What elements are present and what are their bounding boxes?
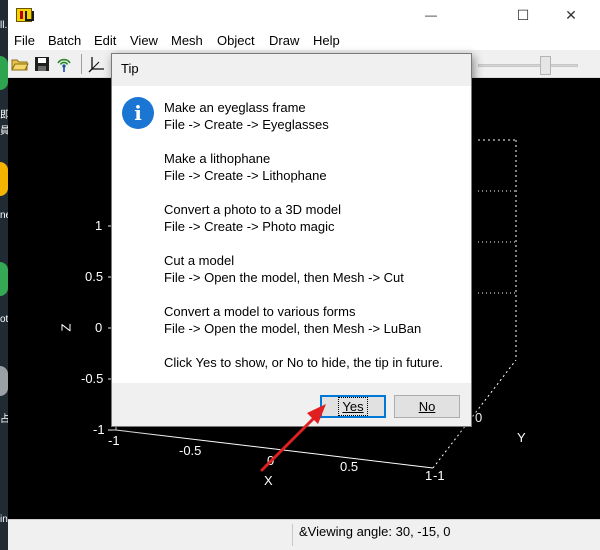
desktop-label: ne <box>0 210 8 221</box>
axes-icon <box>88 57 104 73</box>
axes-button[interactable] <box>86 53 108 75</box>
tip-path: File -> Create -> Lithophane <box>164 168 327 183</box>
menu-file[interactable]: File <box>14 33 35 48</box>
y-tick-label: -1 <box>433 468 445 483</box>
close-icon: ✕ <box>565 6 577 23</box>
desktop-strip: ll. 即 員 ne ot 占 in <box>0 0 8 550</box>
x-tick-label: -1 <box>108 433 120 448</box>
y-axis-label: Y <box>517 430 526 445</box>
desktop-app-icon[interactable] <box>0 162 8 196</box>
desktop-app-icon[interactable] <box>0 262 8 296</box>
menu-view[interactable]: View <box>130 33 158 48</box>
dialog-body: i Make an eyeglass frame File -> Create … <box>112 86 471 383</box>
dialog-question: Click Yes to show, or No to hide, the ti… <box>164 355 443 370</box>
save-icon <box>35 57 49 71</box>
maximize-icon: ☐ <box>516 6 530 23</box>
toolbar-separator <box>81 54 82 74</box>
y-tick-label: 0 <box>475 410 483 425</box>
menu-draw[interactable]: Draw <box>269 33 299 48</box>
open-folder-icon <box>11 59 29 71</box>
no-button-label: No <box>418 399 436 414</box>
z-axis-label: Z <box>58 323 74 332</box>
z-tick-label: 1 <box>95 218 103 233</box>
tip-path: File -> Create -> Eyeglasses <box>164 117 329 132</box>
menu-object[interactable]: Object <box>217 33 255 48</box>
minimize-button[interactable]: — <box>408 0 454 30</box>
x-axis-label: X <box>264 473 273 488</box>
zoom-slider-thumb[interactable] <box>540 56 551 75</box>
yes-button-label: Yes <box>338 397 368 416</box>
info-icon: i <box>122 97 154 129</box>
z-tick-label: -1 <box>93 422 105 437</box>
desktop-label: 員 <box>0 126 8 137</box>
yes-button[interactable]: Yes <box>320 395 386 418</box>
tip-path: File -> Open the model, then Mesh -> LuB… <box>164 321 422 336</box>
app-logo-icon <box>16 8 34 22</box>
tip-title: Make a lithophane <box>164 151 271 166</box>
tip-path: File -> Create -> Photo magic <box>164 219 335 234</box>
desktop-label: ot <box>0 314 8 325</box>
menu-edit[interactable]: Edit <box>94 33 116 48</box>
tip-title: Convert a model to various forms <box>164 304 356 319</box>
desktop-label: 即 <box>0 110 8 121</box>
menu-help[interactable]: Help <box>313 33 340 48</box>
status-bar: &Viewing angle: 30, -15, 0 <box>8 519 600 550</box>
tip-title: Cut a model <box>164 253 235 268</box>
dialog-footer: Yes No <box>112 383 471 426</box>
menu-batch[interactable]: Batch <box>48 33 81 48</box>
box-grid-lines <box>478 190 516 294</box>
wireless-button[interactable] <box>53 53 75 75</box>
no-button[interactable]: No <box>394 395 460 418</box>
x-tick-label: -0.5 <box>179 443 202 458</box>
tip-title: Convert a photo to a 3D model <box>164 202 342 217</box>
desktop-label: ll. <box>0 20 8 31</box>
title-bar: — ☐ ✕ <box>8 0 600 30</box>
tip-dialog: Tip i Make an eyeglass frame File -> Cre… <box>111 53 472 427</box>
z-tick-label: 0.5 <box>85 269 104 284</box>
desktop-app-icon[interactable] <box>0 56 8 90</box>
status-separator <box>292 524 293 546</box>
desktop-label: 占 <box>0 414 8 425</box>
menu-mesh[interactable]: Mesh <box>171 33 203 48</box>
tip-path: File -> Open the model, then Mesh -> Cut <box>164 270 404 285</box>
close-button[interactable]: ✕ <box>548 0 594 30</box>
recycle-bin-icon[interactable] <box>0 366 8 396</box>
x-tick-label: 0.5 <box>340 459 359 474</box>
dialog-title: Tip <box>121 61 139 76</box>
minimize-icon: — <box>425 8 437 22</box>
x-tick-label: 1 <box>425 468 433 483</box>
open-folder-button[interactable] <box>9 53 31 75</box>
zoom-slider-track[interactable] <box>478 64 578 67</box>
wireless-icon <box>57 58 71 72</box>
tip-title: Make an eyeglass frame <box>164 100 306 115</box>
viewing-angle-status: &Viewing angle: 30, -15, 0 <box>299 524 451 539</box>
maximize-button[interactable]: ☐ <box>500 0 546 30</box>
desktop-label: in <box>0 514 8 525</box>
z-tick-label: 0 <box>95 320 103 335</box>
z-tick-label: -0.5 <box>81 371 104 386</box>
menu-bar: File Batch Edit View Mesh Object Draw He… <box>8 30 600 50</box>
x-tick-label: 0 <box>267 453 275 468</box>
save-button[interactable] <box>31 53 53 75</box>
